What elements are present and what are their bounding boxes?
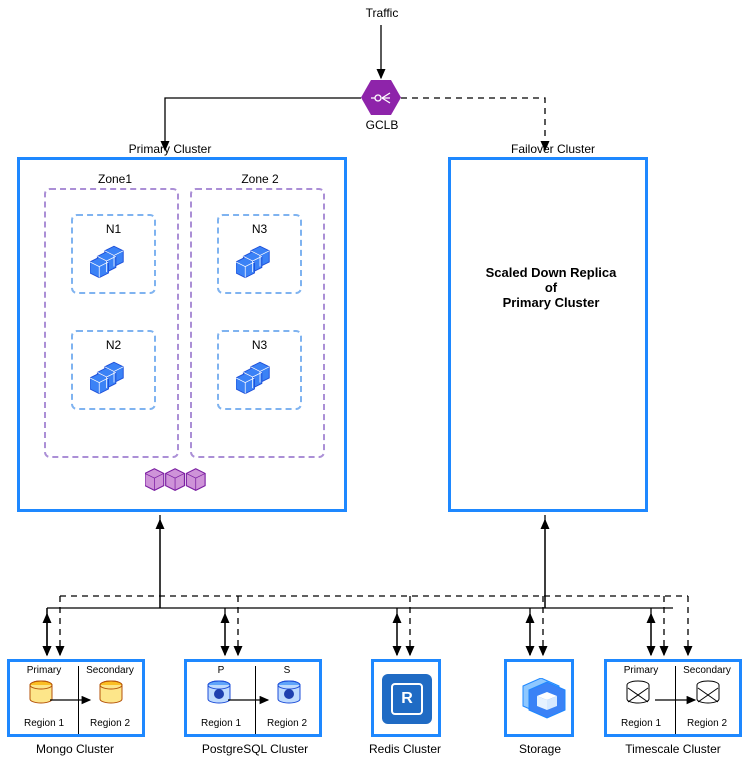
cubes-icon — [73, 242, 154, 280]
node-n3b: N3 — [217, 330, 302, 410]
gclb-label: GCLB — [362, 118, 402, 132]
node-n1-label: N1 — [73, 222, 154, 236]
failover-body: Scaled Down Replica of Primary Cluster — [466, 265, 636, 310]
zone2-title: Zone 2 — [230, 172, 290, 186]
db-icon — [28, 680, 54, 711]
postgres-label: PostgreSQL Cluster — [200, 742, 310, 756]
failover-line1: Scaled Down Replica — [486, 265, 617, 280]
failover-cluster-title: Failover Cluster — [498, 142, 608, 156]
ts-r1: Region 1 — [611, 718, 671, 729]
cubes-icon — [219, 242, 300, 280]
node-n3a: N3 — [217, 214, 302, 294]
ts-secondary-label: Secondary — [677, 665, 737, 676]
zone1-box: N1 — [44, 188, 179, 458]
pg-p-label: P — [191, 665, 251, 676]
db-icon — [695, 680, 721, 711]
timescale-label: Timescale Cluster — [618, 742, 728, 756]
redis-label: Redis Cluster — [360, 742, 450, 756]
lb-icon — [369, 90, 393, 106]
node-n1: N1 — [71, 214, 156, 294]
traffic-label: Traffic — [362, 6, 402, 20]
mongo-box: Primary Secondary Region 1 Region 2 — [7, 659, 145, 737]
mongo-r2: Region 2 — [80, 718, 140, 729]
storage-label: Storage — [510, 742, 570, 756]
ts-r2: Region 2 — [677, 718, 737, 729]
mongo-primary-label: Primary — [14, 665, 74, 676]
diagram-canvas: Traffic GCLB Primary Cluster Zone1 N1 — [0, 0, 743, 781]
node-n3a-label: N3 — [219, 222, 300, 236]
postgres-box: P S Region 1 Region 2 — [184, 659, 322, 737]
failover-line3: Primary Cluster — [503, 295, 600, 310]
zone2-box: N3 — [190, 188, 325, 458]
primary-cluster-box: Zone1 N1 — [17, 157, 347, 512]
cubes-icon — [219, 358, 300, 396]
postgres-icon — [205, 679, 233, 712]
mongo-label: Mongo Cluster — [25, 742, 125, 756]
node-n2-label: N2 — [73, 338, 154, 352]
redis-letter: R — [391, 683, 423, 715]
storage-box — [504, 659, 574, 737]
node-n3b-label: N3 — [219, 338, 300, 352]
mongo-secondary-label: Secondary — [80, 665, 140, 676]
separator — [255, 666, 256, 734]
pg-s-label: S — [257, 665, 317, 676]
gclb-node — [361, 80, 401, 115]
ts-primary-label: Primary — [611, 665, 671, 676]
db-icon — [625, 680, 651, 711]
pg-r1: Region 1 — [191, 718, 251, 729]
storage-icon — [517, 678, 567, 720]
db-icon — [98, 680, 124, 711]
separator — [78, 666, 79, 734]
control-plane-cubes — [145, 466, 207, 499]
redis-icon: R — [382, 674, 432, 724]
redis-box: R — [371, 659, 441, 737]
timescale-box: Primary Secondary Region 1 Region 2 — [604, 659, 742, 737]
node-n2: N2 — [71, 330, 156, 410]
failover-line2: of — [545, 280, 557, 295]
pg-r2: Region 2 — [257, 718, 317, 729]
failover-cluster-box: Scaled Down Replica of Primary Cluster — [448, 157, 648, 512]
postgres-icon — [275, 679, 303, 712]
zone1-title: Zone1 — [85, 172, 145, 186]
primary-cluster-title: Primary Cluster — [115, 142, 225, 156]
mongo-r1: Region 1 — [14, 718, 74, 729]
hexagon-icon — [361, 80, 401, 115]
separator — [675, 666, 676, 734]
cubes-icon — [73, 358, 154, 396]
